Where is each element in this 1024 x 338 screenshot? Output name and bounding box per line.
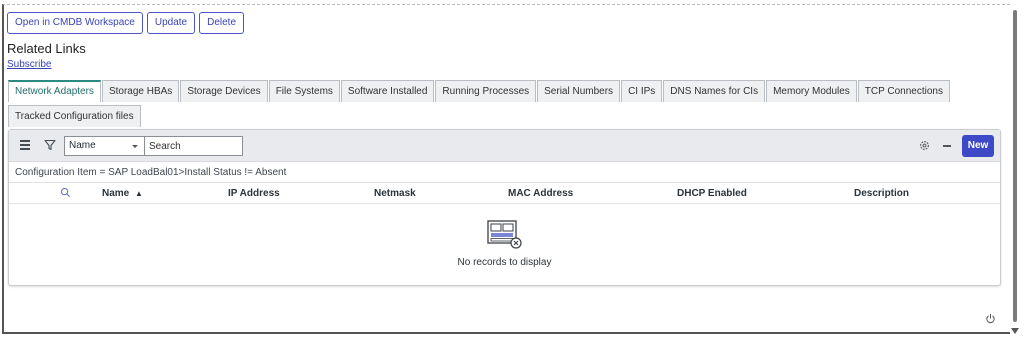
search-input[interactable] [144,136,243,156]
tab-row-2: Tracked Configuration files [8,105,888,128]
tab-ci-ips[interactable]: CI IPs [621,80,663,102]
search-field-value: Name [69,140,96,151]
gear-icon[interactable] [919,140,930,151]
search-icon[interactable] [60,187,71,198]
empty-list-message: No records to display [457,257,552,268]
tab-software-installed[interactable]: Software Installed [340,80,435,102]
tab-network-adapters[interactable]: Network Adapters [8,80,101,102]
related-links-title: Related Links [7,41,86,56]
update-button[interactable]: Update [146,12,196,34]
tab-serial-numbers[interactable]: Serial Numbers [537,80,621,102]
tab-memory-modules[interactable]: Memory Modules [766,80,857,102]
tab-row-1: Network Adapters Storage HBAs Storage De… [8,80,950,103]
filter-icon[interactable] [44,139,56,151]
tab-file-systems[interactable]: File Systems [268,80,340,102]
subscribe-link[interactable]: Subscribe [7,59,51,70]
column-header-name[interactable]: Name ▲ [102,188,143,199]
delete-button[interactable]: Delete [199,12,245,34]
related-list-tabs: Network Adapters Storage HBAs Storage De… [8,80,950,128]
column-name-label: Name [102,188,130,199]
column-header-dhcp-enabled[interactable]: DHCP Enabled [677,188,747,199]
scroll-down-arrow[interactable] [1011,328,1019,334]
search-field-select[interactable]: Name [64,136,145,156]
list-toolbar: Name New [9,130,1000,162]
hamburger-icon[interactable] [20,140,30,150]
sort-ascending-icon: ▲ [135,189,143,198]
column-header-ip-address[interactable]: IP Address [228,188,280,199]
form-actions: Open in CMDB Workspace Update Delete [7,12,245,34]
empty-list-icon [487,220,522,249]
open-in-cmdb-workspace-button[interactable]: Open in CMDB Workspace [7,12,143,34]
column-header-mac-address[interactable]: MAC Address [508,188,573,199]
new-button[interactable]: New [962,135,994,157]
tab-storage-hbas[interactable]: Storage HBAs [101,80,180,102]
column-header-description[interactable]: Description [854,188,909,199]
list-header-row: Name ▲ IP Address Netmask MAC Address DH… [9,182,1000,204]
minus-icon[interactable] [943,145,951,147]
related-list-panel: Name New Configuration Item = SAP LoadBa… [8,129,1001,286]
tab-dns-names-for-cis[interactable]: DNS Names for CIs [663,80,766,102]
tab-tracked-configuration-files[interactable]: Tracked Configuration files [8,105,141,127]
filter-condition-breadcrumb[interactable]: Configuration Item = SAP LoadBal01>Insta… [15,167,286,178]
tab-storage-devices[interactable]: Storage Devices [180,80,268,102]
tab-running-processes[interactable]: Running Processes [435,80,537,102]
chevron-down-icon [132,145,138,148]
power-icon[interactable] [985,313,996,324]
vertical-scrollbar[interactable] [1010,4,1020,334]
scrollbar-thumb[interactable] [1013,10,1017,322]
column-header-netmask[interactable]: Netmask [374,188,416,199]
tab-tcp-connections[interactable]: TCP Connections [857,80,950,102]
